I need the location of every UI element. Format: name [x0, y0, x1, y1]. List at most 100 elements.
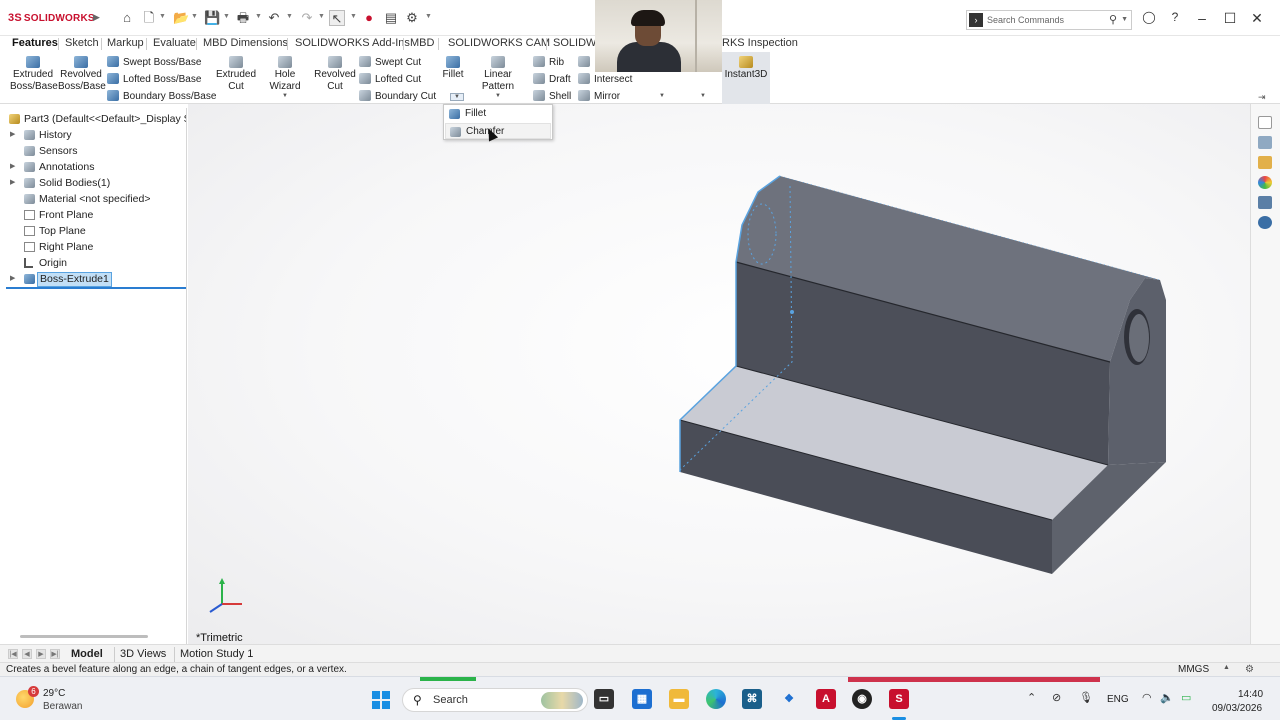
model-canvas[interactable]	[188, 104, 1250, 644]
lofted-cut-button[interactable]: Lofted Cut	[359, 73, 421, 86]
tray-overflow-icon[interactable]: ⌃	[1027, 691, 1036, 704]
fillet-button[interactable]: Fillet	[441, 56, 465, 81]
windows-start-icon[interactable]	[372, 691, 390, 709]
design-library-icon[interactable]	[1258, 136, 1272, 149]
tab-model[interactable]: Model	[66, 647, 108, 662]
units-dropdown-icon[interactable]: ▲	[1223, 664, 1230, 671]
undo-icon[interactable]: ↶	[266, 10, 282, 26]
open-folder-icon[interactable]: 📂	[173, 10, 189, 26]
revolved-cut-button[interactable]: Revolved Cut	[313, 56, 357, 93]
tab-sketch[interactable]: Sketch	[61, 36, 103, 52]
extruded-cut-button[interactable]: Extruded Cut	[214, 56, 258, 93]
volume-icon[interactable]: 🔈	[1160, 691, 1174, 704]
hole-wizard-dropdown-icon[interactable]: ▼	[282, 93, 288, 99]
expand-arrow-icon[interactable]: ▶	[10, 175, 15, 191]
tree-horizontal-scrollbar[interactable]	[20, 635, 148, 638]
search-dropdown-icon[interactable]: ▼	[1121, 16, 1128, 23]
language-indicator[interactable]: ENG	[1107, 694, 1129, 705]
minimize-icon[interactable]: –	[1194, 10, 1210, 26]
first-tab-icon[interactable]: |◀	[8, 649, 18, 659]
tab-evaluate[interactable]: Evaluate	[149, 36, 200, 52]
microphone-icon[interactable]: 🎙	[1079, 691, 1093, 704]
tab-inspection[interactable]: RKS Inspection	[718, 36, 802, 52]
instant3d-button[interactable]: Instant3D	[724, 56, 768, 81]
tree-item-history[interactable]: ▶ History	[0, 127, 186, 143]
search-commands-box[interactable]: › ⚲ ▼	[966, 10, 1132, 30]
expand-arrow-icon[interactable]: ▶	[10, 271, 15, 287]
rib-button[interactable]: Rib	[533, 56, 564, 69]
file-explorer-icon[interactable]: ▬	[669, 689, 689, 709]
tray-app-icon[interactable]: ⊘	[1052, 691, 1061, 704]
edge-browser-icon[interactable]	[706, 689, 726, 709]
linear-pattern-button[interactable]: Linear Pattern	[467, 56, 529, 93]
tree-item-front-plane[interactable]: Front Plane	[0, 207, 186, 223]
resources-icon[interactable]	[1258, 116, 1272, 129]
graphics-area[interactable]	[188, 104, 1250, 644]
lofted-boss-button[interactable]: Lofted Boss/Base	[107, 73, 201, 86]
code-editor-icon[interactable]: ⌘	[742, 689, 762, 709]
next-tab-icon[interactable]: ▶	[36, 649, 46, 659]
revolved-boss-button[interactable]: Revolved Boss/Base	[58, 56, 106, 93]
customize-status-icon[interactable]: ⚙	[1245, 664, 1254, 675]
boundary-cut-button[interactable]: Boundary Cut	[359, 90, 436, 103]
mirror-button[interactable]: Mirror	[578, 90, 620, 103]
tree-item-top-plane[interactable]: Top Plane	[0, 223, 186, 239]
tree-item-boss-extrude1[interactable]: ▶ Boss-Extrude1	[0, 271, 186, 287]
solidworks-taskbar-icon[interactable]: S	[889, 689, 909, 709]
wrap-button[interactable]	[578, 56, 594, 69]
rebuild-icon[interactable]: ●	[361, 10, 377, 26]
linear-pattern-dropdown-icon[interactable]: ▼	[495, 93, 501, 99]
swept-boss-button[interactable]: Swept Boss/Base	[107, 56, 201, 69]
intersect-button[interactable]: Intersect	[578, 73, 632, 86]
taskbar-search[interactable]: ⚲ Search	[402, 688, 588, 712]
print-dropdown-icon[interactable]: ▼	[255, 13, 262, 20]
custom-properties-icon[interactable]	[1258, 196, 1272, 209]
weather-temperature[interactable]: 29°C	[43, 688, 65, 699]
redo-dropdown-icon[interactable]: ▼	[318, 13, 325, 20]
tree-item-origin[interactable]: Origin	[0, 255, 186, 271]
shell-button[interactable]: Shell	[533, 90, 571, 103]
last-tab-icon[interactable]: ▶|	[50, 649, 60, 659]
tab-solidworks-cam[interactable]: SOLIDWORKS CAM	[444, 36, 554, 52]
redo-icon[interactable]: ↷	[299, 10, 315, 26]
tree-item-sensors[interactable]: Sensors	[0, 143, 186, 159]
expand-arrow-icon[interactable]: ▶	[10, 159, 15, 175]
microsoft-store-icon[interactable]: ▦	[632, 689, 652, 709]
battery-icon[interactable]: ▭	[1181, 691, 1191, 704]
tab-mbd[interactable]: MBD	[406, 36, 438, 52]
select-dropdown-icon[interactable]: ▼	[350, 13, 357, 20]
home-icon[interactable]: ⌂	[119, 10, 135, 26]
wifi-icon[interactable]: ◠	[1142, 691, 1152, 704]
curves-dropdown-icon[interactable]: ▼	[700, 93, 706, 99]
boundary-boss-button[interactable]: Boundary Boss/Base	[107, 90, 216, 103]
tree-item-solid-bodies[interactable]: ▶ Solid Bodies(1)	[0, 175, 186, 191]
new-document-icon[interactable]: 🗋	[141, 10, 157, 26]
units-selector[interactable]: MMGS	[1178, 663, 1209, 676]
tree-item-material[interactable]: Material <not specified>	[0, 191, 186, 207]
open-dropdown-icon[interactable]: ▼	[191, 13, 198, 20]
task-view-icon[interactable]: ▭	[594, 689, 614, 709]
tree-root-part[interactable]: Part3 (Default<<Default>_Display S	[0, 111, 186, 127]
tab-3d-views[interactable]: 3D Views	[114, 647, 171, 662]
extruded-boss-button[interactable]: Extruded Boss/Base	[10, 56, 58, 93]
draft-button[interactable]: Draft	[533, 73, 571, 86]
reference-dropdown-icon[interactable]: ▼	[659, 93, 665, 99]
menu-expand-arrow-icon[interactable]: ▶	[93, 12, 100, 23]
weather-description[interactable]: Berawan	[43, 701, 82, 712]
ribbon-pin-icon[interactable]: ⇥	[1258, 92, 1266, 103]
options-dropdown-icon[interactable]: ▼	[425, 13, 432, 20]
options-gear-icon[interactable]: ⚙	[404, 10, 420, 26]
maximize-icon[interactable]: ☐	[1222, 10, 1238, 27]
expand-arrow-icon[interactable]: ▶	[10, 127, 15, 143]
tab-features[interactable]: Features	[8, 36, 62, 52]
obs-icon[interactable]: ◉	[852, 689, 872, 709]
new-dropdown-icon[interactable]: ▼	[159, 13, 166, 20]
tab-motion-study[interactable]: Motion Study 1	[174, 647, 258, 662]
hole-wizard-button[interactable]: Hole Wizard	[258, 56, 312, 93]
save-icon[interactable]: 💾	[204, 10, 220, 26]
select-arrow-icon[interactable]: ↖	[329, 10, 345, 26]
tree-item-annotations[interactable]: ▶ Annotations	[0, 159, 186, 175]
fillet-dropdown-icon[interactable]: ▼	[450, 93, 464, 101]
tab-mbd-dimensions[interactable]: MBD Dimensions	[199, 36, 292, 52]
prev-tab-icon[interactable]: ◀	[22, 649, 32, 659]
